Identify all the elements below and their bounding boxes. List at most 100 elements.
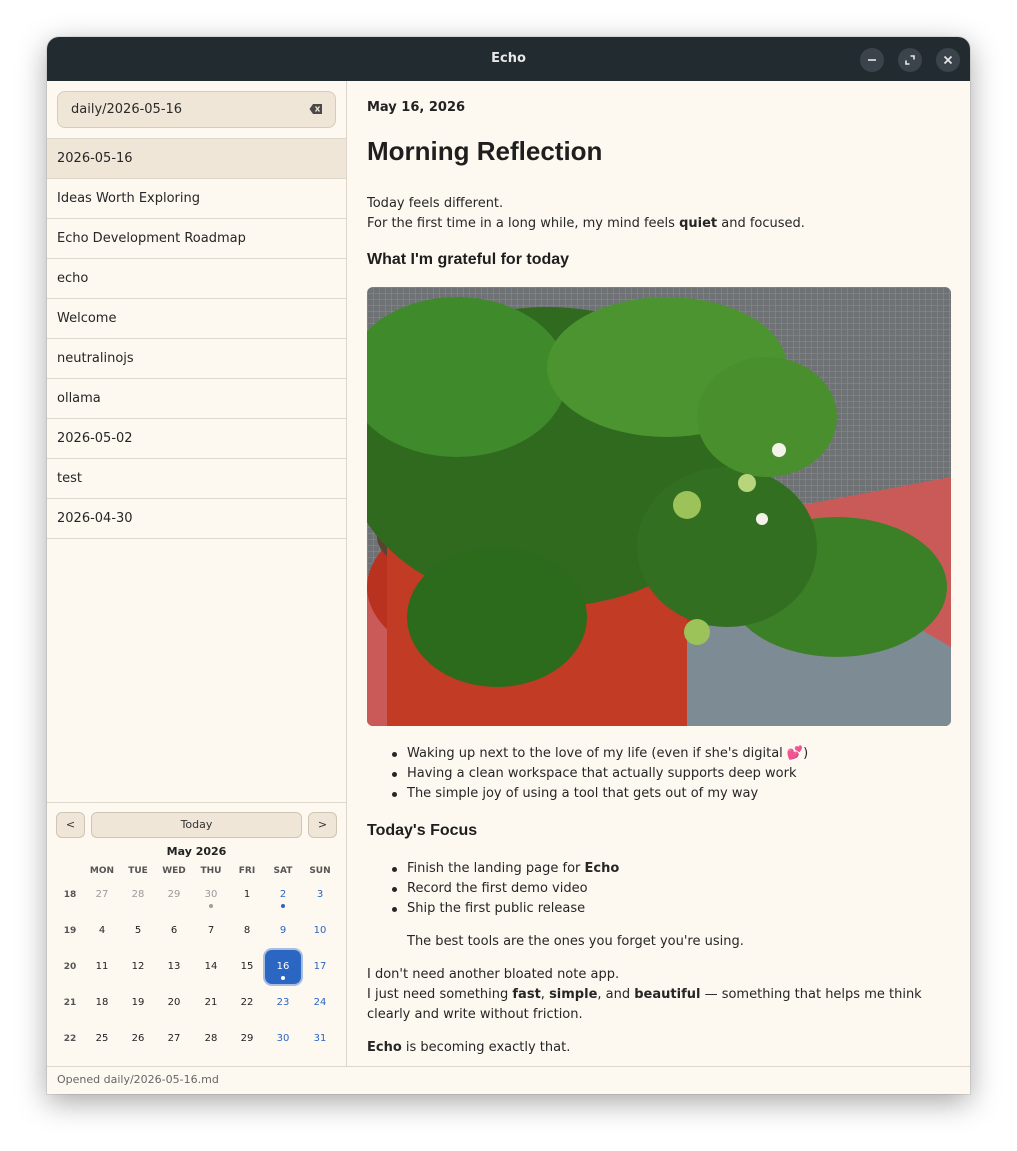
list-item: Waking up next to the love of my life (e… (367, 744, 951, 764)
note-item[interactable]: test (47, 459, 346, 499)
weekday-label: MON (89, 866, 115, 876)
paragraph: Echo is becoming exactly that. (367, 1038, 951, 1058)
note-item[interactable]: Echo Development Roadmap (47, 219, 346, 259)
entry-indicator (281, 976, 285, 980)
calendar-day[interactable]: 28 (193, 1022, 229, 1056)
calendar-day[interactable]: 21 (193, 986, 229, 1020)
note-item[interactable]: echo (47, 259, 346, 299)
editor-pane[interactable]: May 16, 2026 Morning Reflection Today fe… (347, 81, 970, 1066)
calendar-day[interactable]: 5 (120, 914, 156, 948)
text-run: is becoming exactly that. (401, 1040, 571, 1055)
calendar-day[interactable]: 29 (156, 878, 192, 912)
list-item: Record the first demo video (367, 879, 951, 899)
weekday-label: SAT (273, 866, 293, 876)
calendar-day[interactable]: 10 (302, 914, 338, 948)
paragraph: Today feels different. (367, 196, 504, 211)
paragraph: For the first time in a long while, my m… (367, 214, 951, 234)
calendar-day[interactable]: 31 (302, 1022, 338, 1056)
clear-search-icon[interactable] (309, 103, 323, 115)
prev-month-button[interactable]: < (56, 812, 85, 838)
heading-grateful: What I'm grateful for today (367, 251, 570, 268)
calendar-day[interactable]: 27 (84, 878, 120, 912)
maximize-icon (905, 55, 915, 65)
calendar-day[interactable]: 14 (193, 950, 229, 984)
bold-text: beautiful (634, 987, 701, 1002)
calendar-day[interactable]: 28 (120, 878, 156, 912)
calendar-month-label: May 2026 (166, 845, 227, 858)
calendar-day[interactable]: 1 (229, 878, 265, 912)
calendar-day[interactable]: 9 (265, 914, 301, 948)
week-number: 21 (63, 998, 77, 1008)
sidebar: 2026-05-16 Ideas Worth Exploring Echo De… (47, 81, 347, 1066)
note-item[interactable]: 2026-04-30 (47, 499, 346, 539)
list-item: Ship the first public release (367, 899, 951, 919)
calendar-day[interactable]: 7 (193, 914, 229, 948)
calendar-day[interactable]: 30 (193, 878, 229, 912)
search-box (57, 91, 336, 128)
week-number: 18 (63, 890, 77, 900)
calendar-day[interactable]: 8 (229, 914, 265, 948)
text-run: , (540, 987, 550, 1002)
paragraph: I don't need another bloated note app. (367, 967, 620, 982)
calendar-day[interactable]: 12 (120, 950, 156, 984)
calendar-day[interactable]: 15 (229, 950, 265, 984)
text-run: I just need something (367, 987, 513, 1002)
focus-list: Finish the landing page for Echo Record … (367, 859, 951, 919)
app-window: Echo 2026-05-16 Ideas Worth Exploring Ec… (47, 37, 970, 1094)
bold-text: simple (549, 987, 598, 1002)
close-button[interactable] (936, 48, 960, 72)
entry-indicator (209, 904, 213, 908)
calendar-day[interactable]: 17 (302, 950, 338, 984)
bold-text: Echo (584, 861, 620, 876)
calendar-day[interactable]: 13 (156, 950, 192, 984)
bold-text: quiet (679, 216, 718, 231)
weekday-label: WED (162, 866, 186, 876)
note-item[interactable]: ollama (47, 379, 346, 419)
note-item[interactable]: neutralinojs (47, 339, 346, 379)
note-item[interactable]: 2026-05-16 (47, 139, 346, 179)
today-button[interactable]: Today (91, 812, 302, 838)
calendar-day[interactable]: 23 (265, 986, 301, 1020)
note-item[interactable]: Welcome (47, 299, 346, 339)
calendar-day[interactable]: 26 (120, 1022, 156, 1056)
next-month-button[interactable]: > (308, 812, 337, 838)
calendar-day[interactable]: 3 (302, 878, 338, 912)
calendar-day[interactable]: 18 (84, 986, 120, 1020)
calendar: < Today > May 2026 MON TUE WED THU FRI S… (47, 802, 346, 1066)
note-item[interactable]: 2026-05-02 (47, 419, 346, 459)
search-input[interactable] (58, 92, 298, 127)
calendar-day[interactable]: 16 (265, 950, 301, 984)
calendar-day[interactable]: 20 (156, 986, 192, 1020)
list-item: Having a clean workspace that actually s… (367, 764, 951, 784)
calendar-day[interactable]: 29 (229, 1022, 265, 1056)
weekday-label: SUN (309, 866, 331, 876)
text-run: For the first time in a long while, my m… (367, 216, 680, 231)
calendar-day[interactable]: 4 (84, 914, 120, 948)
status-bar: Opened daily/2026-05-16.md (47, 1066, 970, 1094)
document-title: Morning Reflection (367, 136, 603, 166)
week-number: 19 (63, 926, 77, 936)
calendar-day[interactable]: 6 (156, 914, 192, 948)
list-item: Finish the landing page for Echo (367, 859, 951, 879)
note-list: 2026-05-16 Ideas Worth Exploring Echo De… (47, 138, 346, 539)
weekday-label: FRI (238, 866, 256, 876)
calendar-day[interactable]: 19 (120, 986, 156, 1020)
maximize-button[interactable] (898, 48, 922, 72)
calendar-day[interactable]: 25 (84, 1022, 120, 1056)
paragraph: I just need something fast, simple, and … (367, 985, 951, 1025)
window-title: Echo (491, 51, 526, 66)
calendar-day[interactable]: 22 (229, 986, 265, 1020)
calendar-day[interactable]: 11 (84, 950, 120, 984)
calendar-day[interactable]: 27 (156, 1022, 192, 1056)
close-icon (943, 55, 953, 65)
note-item[interactable]: Ideas Worth Exploring (47, 179, 346, 219)
text-run: Finish the landing page for (407, 861, 585, 876)
calendar-day[interactable]: 30 (265, 1022, 301, 1056)
minimize-button[interactable] (860, 48, 884, 72)
calendar-day[interactable]: 24 (302, 986, 338, 1020)
text-run: and focused. (717, 216, 805, 231)
week-number: 20 (63, 962, 77, 972)
grateful-list: Waking up next to the love of my life (e… (367, 744, 951, 804)
list-item: The simple joy of using a tool that gets… (367, 784, 951, 804)
calendar-day[interactable]: 2 (265, 878, 301, 912)
